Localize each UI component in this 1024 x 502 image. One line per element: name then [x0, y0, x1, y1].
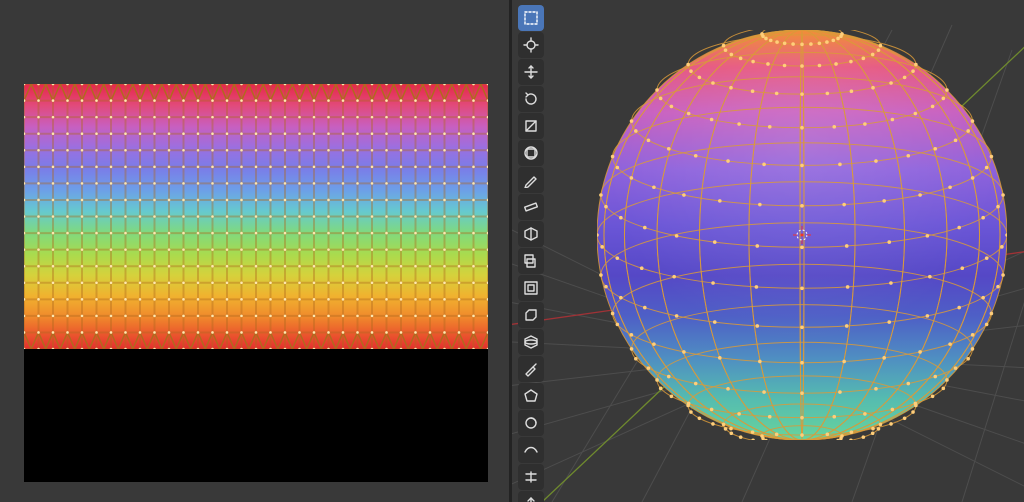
uv-sphere-object[interactable]: [597, 30, 1007, 440]
add-cube-tool[interactable]: [518, 221, 544, 247]
workspace: [0, 0, 1024, 502]
select-box-icon: [523, 10, 539, 26]
cursor-3d-icon: [793, 226, 811, 244]
uv-wireframe: [24, 84, 488, 349]
measure-tool[interactable]: [518, 194, 544, 220]
polybuild-icon: [523, 388, 539, 404]
viewport-3d[interactable]: [512, 0, 1024, 502]
extrude-tool[interactable]: [518, 248, 544, 274]
uv-canvas[interactable]: [24, 84, 488, 482]
transform-icon: [523, 145, 539, 161]
uv-texture: [24, 84, 488, 349]
knife-icon: [523, 361, 539, 377]
annotate-icon: [523, 172, 539, 188]
cube-add-icon: [523, 226, 539, 242]
loop-cut-tool[interactable]: [518, 329, 544, 355]
inset-tool[interactable]: [518, 275, 544, 301]
toolbar: [518, 5, 544, 502]
scale-icon: [523, 118, 539, 134]
rotate-tool[interactable]: [518, 86, 544, 112]
annotate-tool[interactable]: [518, 167, 544, 193]
cursor-tool[interactable]: [518, 32, 544, 58]
select-box-tool[interactable]: [518, 5, 544, 31]
smooth-tool[interactable]: [518, 437, 544, 463]
smooth-icon: [523, 442, 539, 458]
cursor-icon: [523, 37, 539, 53]
shrink-icon: [523, 496, 539, 502]
poly-build-tool[interactable]: [518, 383, 544, 409]
transform-tool[interactable]: [518, 140, 544, 166]
uv-editor[interactable]: [0, 0, 509, 502]
loopcut-icon: [523, 334, 539, 350]
edge-slide-tool[interactable]: [518, 464, 544, 490]
bevel-tool[interactable]: [518, 302, 544, 328]
inset-icon: [523, 280, 539, 296]
spin-tool[interactable]: [518, 410, 544, 436]
knife-tool[interactable]: [518, 356, 544, 382]
spin-icon: [523, 415, 539, 431]
move-tool[interactable]: [518, 59, 544, 85]
sphere-surface: [597, 30, 1007, 440]
bevel-icon: [523, 307, 539, 323]
measure-icon: [523, 199, 539, 215]
scale-tool[interactable]: [518, 113, 544, 139]
edgeslide-icon: [523, 469, 539, 485]
rotate-icon: [523, 91, 539, 107]
extrude-icon: [523, 253, 539, 269]
uv-empty-area: [24, 349, 488, 482]
move-icon: [523, 64, 539, 80]
shrink-fatten-tool[interactable]: [518, 491, 544, 502]
